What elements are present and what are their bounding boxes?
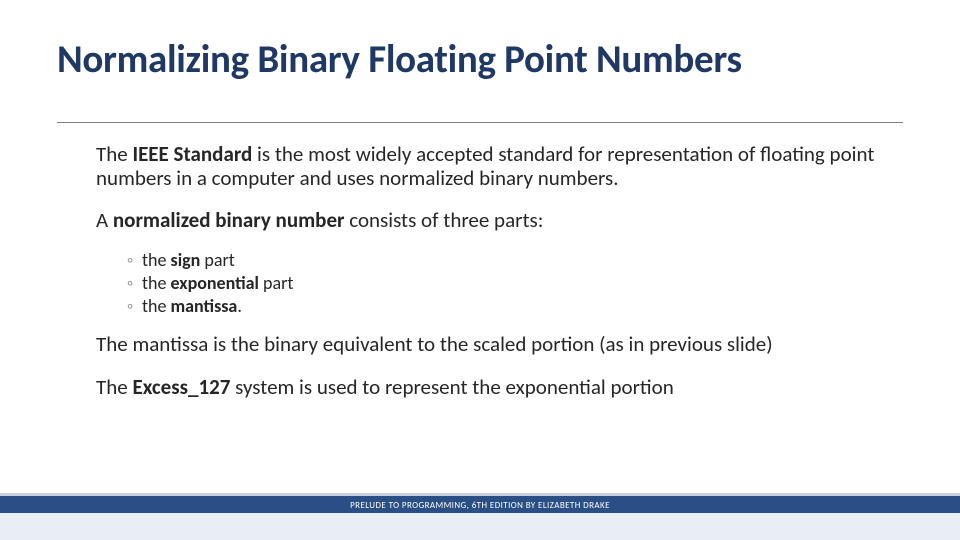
paragraph-ieee: The IEEE Standard is the most widely acc… — [96, 142, 906, 190]
list-item-sign: ◦the sign part — [96, 250, 906, 271]
list-item-exponential: ◦the exponential part — [96, 273, 906, 294]
slide-body: The IEEE Standard is the most widely acc… — [96, 142, 906, 417]
footer-text: PRELUDE TO PROGRAMMING, 6TH EDITION BY E… — [0, 500, 960, 511]
paragraph-mantissa: The mantissa is the binary equivalent to… — [96, 332, 906, 356]
title-rule — [57, 122, 903, 123]
paragraph-excess127: The Excess_127 system is used to represe… — [96, 375, 906, 399]
bullet-icon: ◦ — [124, 296, 136, 317]
bullet-icon: ◦ — [124, 250, 136, 271]
slide-title: Normalizing Binary Floating Point Number… — [57, 36, 742, 83]
bullet-icon: ◦ — [124, 273, 136, 294]
slide: Normalizing Binary Floating Point Number… — [0, 0, 960, 540]
list-item-mantissa: ◦the mantissa. — [96, 296, 906, 317]
paragraph-normalized: A normalized binary number consists of t… — [96, 208, 906, 232]
